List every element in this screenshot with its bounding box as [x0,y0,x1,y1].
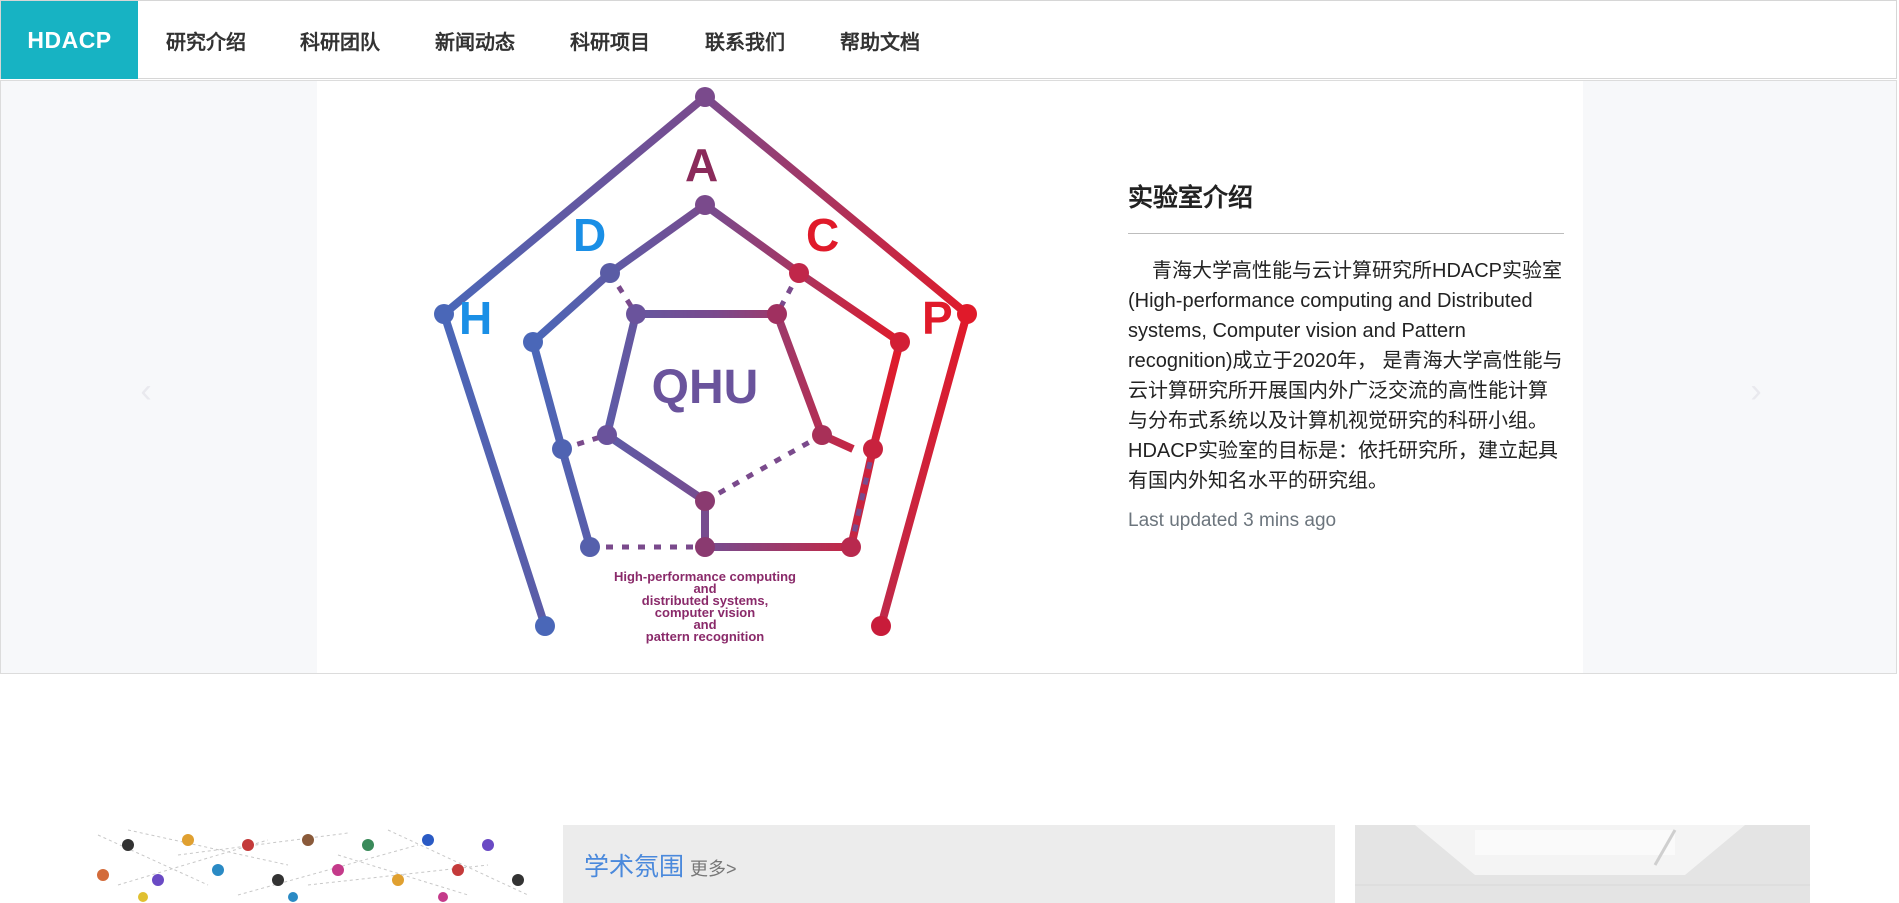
academic-atmosphere-panel: 学术氛围 更多> [563,825,1335,903]
logo-node [695,87,715,107]
logo-tagline-line: pattern recognition [646,629,765,644]
logo-letter-p: P [922,292,953,344]
logo-node [957,304,977,324]
carousel-prev-button[interactable]: ‹ [131,371,161,411]
logo-node [597,425,617,445]
logo-node [535,616,555,636]
divider [1128,233,1564,234]
logo-node [863,439,883,459]
nav-item-news[interactable]: 新闻动态 [435,1,515,79]
logo-letter-h: H [459,292,492,344]
more-link[interactable]: 更多> [690,855,737,881]
logo-node [841,537,861,557]
logo-center-text: QHU [652,361,759,414]
brand-logo[interactable]: HDACP [1,1,138,79]
logo-node [890,332,910,352]
logo-node [695,491,715,511]
logo-node [600,263,620,283]
logo-node [552,439,572,459]
network-people-image [88,825,540,903]
lab-intro: 实验室介绍 青海大学高性能与云计算研究所HDACP实验室(High-perfor… [1128,181,1564,532]
logo-node [767,304,787,324]
top-navbar: HDACP 研究介绍 科研团队 新闻动态 科研项目 联系我们 帮助文档 [0,0,1897,79]
logo-node [789,263,809,283]
nav-item-research-projects[interactable]: 科研项目 [570,1,650,79]
logo-node [695,537,715,557]
chevron-left-icon: ‹ [140,371,152,410]
lab-intro-text: 青海大学高性能与云计算研究所HDACP实验室(High-performance … [1128,260,1563,492]
academic-atmosphere-title[interactable]: 学术氛围 [584,847,684,883]
nav-item-help-docs[interactable]: 帮助文档 [840,1,920,79]
hero-carousel: ‹ › H D A C P QHU High-performance compu… [0,80,1897,674]
logo-node [434,304,454,324]
lab-intro-title: 实验室介绍 [1128,184,1254,212]
logo-node [812,425,832,445]
carousel-next-button[interactable]: › [1741,371,1771,411]
logo-node [580,537,600,557]
nav-item-research-team[interactable]: 科研团队 [300,1,380,79]
logo-letter-a: A [685,139,718,191]
office-ceiling-image [1355,825,1810,903]
logo-letter-c: C [806,209,839,261]
logo-node [695,195,715,215]
logo-node [871,616,891,636]
nav-item-research-intro[interactable]: 研究介绍 [166,1,246,79]
nav-item-contact-us[interactable]: 联系我们 [705,1,785,79]
last-updated-text: Last updated 3 mins ago [1128,510,1337,531]
logo-letter-d: D [573,209,606,261]
logo-node [626,304,646,324]
logo-node [523,332,543,352]
chevron-right-icon: › [1750,371,1762,410]
hdacp-qhu-logo: H D A C P QHU High-performance computing… [417,81,1037,673]
